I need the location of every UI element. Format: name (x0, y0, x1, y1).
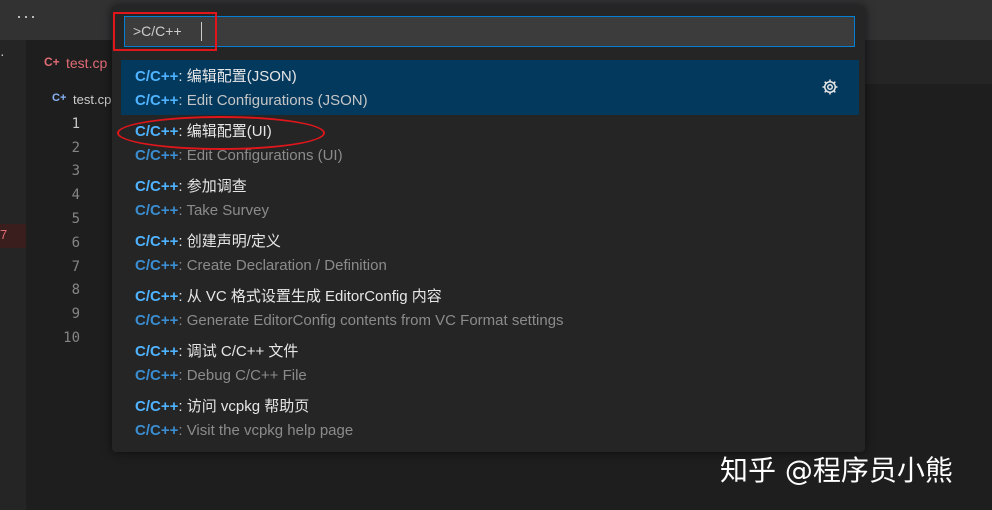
line-number: 3 (71, 163, 80, 179)
line-number: 5 (71, 211, 80, 227)
command-detail: C/C++: Generate EditorConfig contents fr… (135, 312, 564, 329)
command-item-take-survey[interactable]: C/C++: 参加调查 C/C++: Take Survey (121, 170, 859, 225)
sidebar-more-icon[interactable]: · (0, 46, 5, 62)
command-item-generate-editorconfig[interactable]: C/C++: 从 VC 格式设置生成 EditorConfig 内容 C/C++… (121, 280, 859, 335)
watermark: 知乎 @程序员小熊 (720, 454, 953, 487)
more-horizontal-icon[interactable]: ··· (16, 6, 37, 27)
line-number: 8 (71, 282, 80, 298)
command-item-create-declaration[interactable]: C/C++: 创建声明/定义 C/C++: Create Declaration… (121, 225, 859, 280)
line-number: 2 (71, 140, 80, 156)
cpp-file-icon: C+ (44, 55, 60, 69)
command-label: C/C++: 调试 C/C++ 文件 (135, 343, 299, 360)
command-item-edit-configurations-json[interactable]: C/C++: 编辑配置(JSON) C/C++: Edit Configurat… (121, 60, 859, 115)
line-number: 9 (71, 306, 80, 322)
command-label: C/C++: 创建声明/定义 (135, 233, 281, 250)
command-detail: C/C++: Edit Configurations (JSON) (135, 92, 368, 109)
line-number: 4 (71, 187, 80, 203)
gear-icon[interactable] (821, 78, 839, 96)
command-label: C/C++: 访问 vcpkg 帮助页 (135, 398, 310, 415)
line-number: 1 (71, 116, 80, 132)
command-palette: >C/C++ C/C++: 编辑配置(JSON) C/C++: Edit Con… (112, 6, 865, 452)
command-label: C/C++: 编辑配置(JSON) (135, 68, 297, 85)
command-item-debug-file[interactable]: C/C++: 调试 C/C++ 文件 C/C++: Debug C/C++ Fi… (121, 335, 859, 390)
command-detail: C/C++: Visit the vcpkg help page (135, 422, 354, 439)
line-number: 10 (63, 330, 80, 346)
command-label: C/C++: 从 VC 格式设置生成 EditorConfig 内容 (135, 288, 442, 305)
annotation-box (113, 12, 217, 51)
command-detail: C/C++: Create Declaration / Definition (135, 257, 387, 274)
line-number: 6 (71, 235, 80, 251)
line-number: 7 (71, 259, 80, 275)
breadcrumb[interactable]: test.cp (73, 92, 111, 107)
gutter-marker-text: 7 (0, 227, 8, 242)
command-detail: C/C++: Take Survey (135, 202, 269, 219)
command-label: C/C++: 参加调查 (135, 178, 247, 195)
cpp-file-icon: C+ (52, 92, 67, 104)
command-detail: C/C++: Debug C/C++ File (135, 367, 307, 384)
error-gutter-marker: 7 (0, 224, 26, 248)
sidebar (0, 40, 26, 510)
tab-label[interactable]: test.cp (66, 55, 107, 71)
command-palette-input[interactable]: >C/C++ (124, 16, 855, 47)
command-item-vcpkg-help[interactable]: C/C++: 访问 vcpkg 帮助页 C/C++: Visit the vcp… (121, 390, 859, 445)
annotation-ellipse (117, 116, 325, 150)
